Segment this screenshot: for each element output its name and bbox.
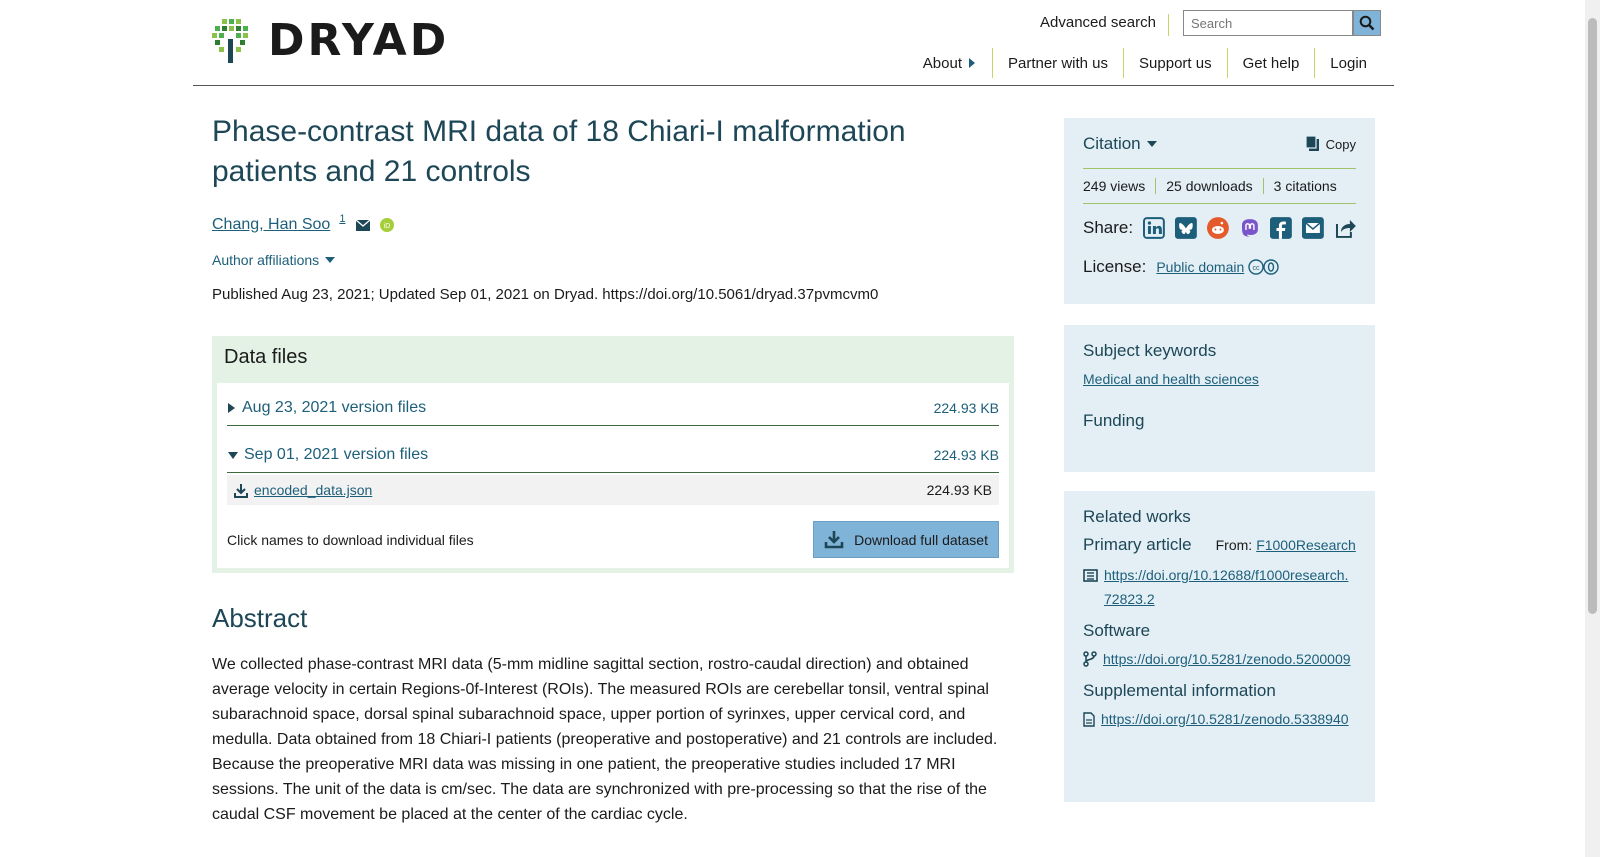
keywords-heading: Subject keywords (1083, 341, 1217, 360)
nav-partner[interactable]: Partner with us (991, 48, 1123, 78)
related-works-heading: Related works (1083, 507, 1191, 526)
funding-heading: Funding (1083, 411, 1145, 430)
data-files-heading: Data files (224, 346, 308, 368)
primary-article-row: Primary article From: F1000Research (1083, 535, 1356, 555)
primary-article-item: https://doi.org/10.12688/f1000research.7… (1083, 563, 1356, 611)
from-label: From: (1215, 537, 1253, 553)
search-button[interactable] (1353, 10, 1381, 36)
dataset-title: Phase-contrast MRI data of 18 Chiari-I m… (212, 115, 906, 188)
scrollbar-thumb[interactable] (1588, 18, 1597, 614)
caret-down-icon (325, 257, 336, 263)
keywords-panel: Subject keywords Medical and health scie… (1064, 325, 1375, 472)
metrics-row: 249 views 25 downloads 3 citations (1083, 168, 1356, 204)
site-header: DRYAD Advanced search About Partner with… (193, 0, 1394, 86)
file-size: 224.93 KB (926, 482, 992, 498)
version-label: Sep 01, 2021 version files (244, 446, 429, 463)
supplemental-item: https://doi.org/10.5281/zenodo.5338940 (1083, 707, 1356, 731)
author-affiliation-number[interactable]: 1 (339, 213, 345, 225)
abstract-section: Abstract We collected phase-contrast MRI… (212, 603, 1014, 827)
citation-panel: Citation Copy 249 views 25 downloads 3 c… (1064, 118, 1375, 304)
share-row: Share: (1083, 217, 1356, 239)
document-icon (1083, 712, 1095, 727)
linkedin-icon[interactable] (1143, 217, 1165, 239)
version-sep-toggle[interactable]: Sep 01, 2021 version files 224.93 KB (227, 438, 999, 473)
download-icon (234, 483, 248, 498)
download-hint: Click names to download individual files (227, 531, 474, 548)
nav-about[interactable]: About (908, 48, 992, 78)
version-size: 224.93 KB (933, 400, 999, 416)
software-item: https://doi.org/10.5281/zenodo.5200009 (1083, 647, 1356, 671)
main-nav: About Partner with us Support us Get hel… (908, 48, 1382, 78)
orcid-icon[interactable]: iD (380, 218, 395, 232)
keyword-link[interactable]: Medical and health sciences (1083, 371, 1259, 387)
views-count: 249 views (1083, 178, 1146, 194)
supplemental-heading: Supplemental information (1083, 681, 1276, 700)
downloads-count: 25 downloads (1155, 178, 1262, 194)
dataset-main: Phase-contrast MRI data of 18 Chiari-I m… (212, 112, 1014, 827)
cc-zero-icon: cc (1248, 259, 1279, 275)
code-branch-icon (1083, 651, 1097, 667)
file-row: encoded_data.json 224.93 KB (227, 475, 999, 505)
share-icon[interactable] (1334, 217, 1356, 239)
software-heading: Software (1083, 621, 1151, 640)
newspaper-icon (1083, 569, 1098, 582)
author-link[interactable]: Chang, Han Soo (212, 216, 330, 234)
citation-toggle[interactable]: Citation (1083, 134, 1158, 154)
journal-link[interactable]: F1000Research (1256, 537, 1356, 553)
data-files-panel: Data files Aug 23, 2021 version files 22… (212, 336, 1014, 573)
search-icon (1359, 15, 1375, 31)
svg-text:iD: iD (384, 223, 391, 230)
download-icon (824, 531, 844, 549)
nav-login[interactable]: Login (1314, 48, 1382, 78)
page-scrollbar[interactable] (1585, 0, 1600, 857)
supplemental-link[interactable]: https://doi.org/10.5281/zenodo.5338940 (1101, 707, 1349, 731)
advanced-search-link[interactable]: Advanced search (1040, 14, 1169, 36)
license-label: License: (1083, 257, 1147, 276)
license-row: License: Public domain cc (1083, 257, 1356, 277)
related-works-panel: Related works Primary article From: F100… (1064, 491, 1375, 802)
caret-down-icon (228, 451, 238, 459)
citation-header: Citation Copy (1083, 134, 1356, 154)
software-link[interactable]: https://doi.org/10.5281/zenodo.5200009 (1103, 647, 1351, 671)
search-input[interactable] (1183, 10, 1353, 36)
data-files-footer: Click names to download individual files… (227, 521, 999, 558)
logo-wordmark: DRYAD (268, 15, 450, 66)
nav-support[interactable]: Support us (1123, 48, 1227, 78)
svg-text:cc: cc (1253, 265, 1261, 272)
caret-right-icon (228, 403, 235, 413)
primary-article-link[interactable]: https://doi.org/10.12688/f1000research.7… (1104, 563, 1356, 611)
citations-count: 3 citations (1262, 178, 1347, 194)
share-label: Share: (1083, 218, 1134, 237)
publication-info: Published Aug 23, 2021; Updated Sep 01, … (212, 286, 879, 303)
version-size: 224.93 KB (933, 447, 999, 463)
abstract-heading: Abstract (212, 603, 308, 633)
reddit-icon[interactable] (1206, 217, 1229, 239)
mastodon-icon[interactable] (1239, 217, 1261, 239)
email-share-icon[interactable] (1302, 217, 1325, 239)
caret-right-icon (968, 58, 975, 68)
data-files-list: Aug 23, 2021 version files 224.93 KB Sep… (217, 383, 1009, 568)
bluesky-icon[interactable] (1174, 217, 1197, 239)
abstract-text: We collected phase-contrast MRI data (5-… (212, 656, 998, 823)
caret-down-icon (1146, 141, 1157, 147)
dryad-logo[interactable]: DRYAD (212, 17, 449, 65)
author-row: Chang, Han Soo 1 iD (212, 213, 1014, 234)
version-label: Aug 23, 2021 version files (242, 399, 427, 416)
author-affiliations-toggle[interactable]: Author affiliations (212, 252, 1014, 268)
email-icon[interactable] (356, 219, 371, 231)
tree-logo-icon (212, 19, 248, 63)
copy-citation-button[interactable]: Copy (1305, 136, 1356, 152)
file-download-link[interactable]: encoded_data.json (254, 482, 372, 498)
license-link[interactable]: Public domain (1156, 259, 1244, 275)
nav-help[interactable]: Get help (1226, 48, 1315, 78)
download-full-dataset-button[interactable]: Download full dataset (813, 521, 999, 558)
copy-icon (1305, 136, 1319, 151)
primary-article-label: Primary article (1083, 535, 1192, 554)
facebook-icon[interactable] (1270, 217, 1293, 239)
version-aug-toggle[interactable]: Aug 23, 2021 version files 224.93 KB (227, 391, 999, 426)
